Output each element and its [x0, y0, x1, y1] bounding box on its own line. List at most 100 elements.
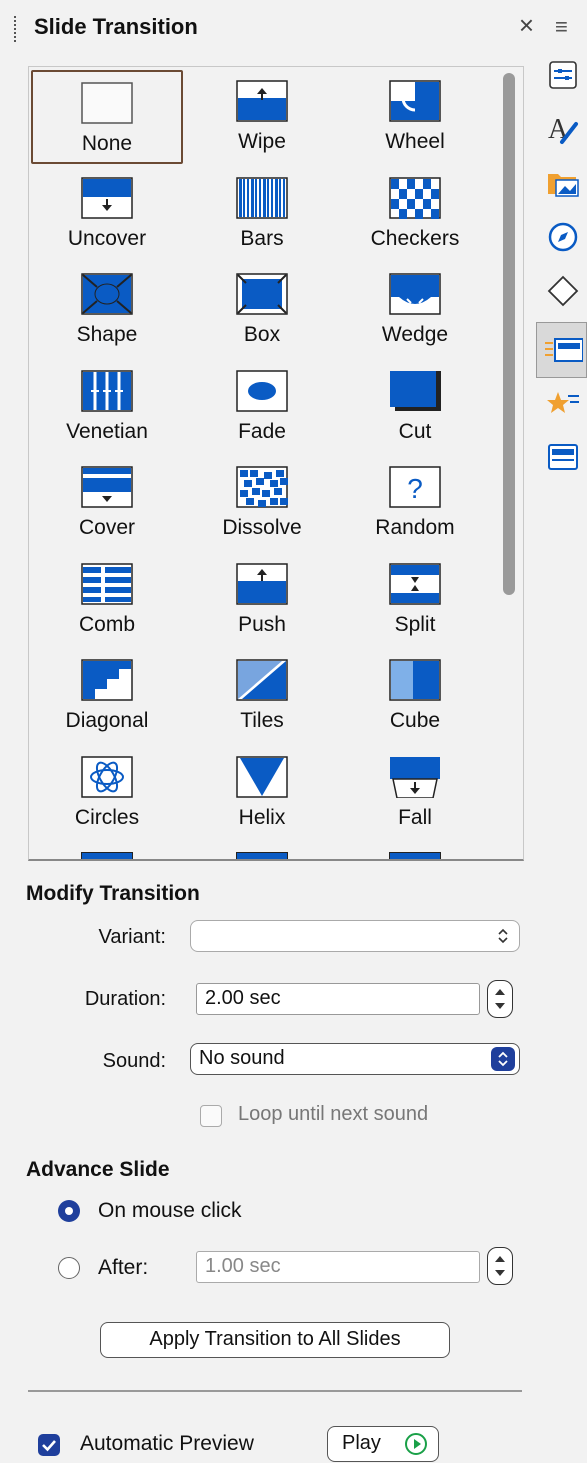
- transition-label: Comb: [78, 612, 136, 636]
- slide-transition-tab[interactable]: [536, 322, 587, 378]
- after-radio[interactable]: [58, 1257, 80, 1279]
- transition-label: Helix: [238, 805, 286, 829]
- divider: [28, 1390, 522, 1392]
- on-click-radio[interactable]: [58, 1200, 80, 1222]
- drag-handle[interactable]: [14, 16, 20, 42]
- transition-split[interactable]: Split: [339, 553, 491, 647]
- transition-random[interactable]: ? Random: [339, 456, 491, 550]
- transition-label: Split: [394, 612, 436, 636]
- transition-cube[interactable]: Cube: [339, 649, 491, 743]
- slide-transition-panel: Slide Transition × None Wipe Wheel Uncover B…: [0, 0, 535, 1463]
- dissolve-icon: [236, 466, 288, 508]
- transition-label: Random: [375, 516, 455, 539]
- variant-select[interactable]: [190, 920, 520, 952]
- wedge-icon: [389, 273, 441, 315]
- panel-title: Slide Transition: [34, 14, 198, 39]
- none-icon: [81, 82, 133, 124]
- comb-icon: [81, 562, 133, 605]
- box-icon: [236, 273, 288, 315]
- sidebar-menu-icon[interactable]: ≡: [555, 14, 568, 40]
- transition-list-scrollbar[interactable]: [503, 73, 515, 595]
- transition-cut[interactable]: Cut: [339, 360, 491, 454]
- after-field[interactable]: 1.00 sec: [196, 1251, 480, 1283]
- sound-select[interactable]: No sound: [190, 1043, 520, 1075]
- transition-label: Fall: [398, 805, 432, 829]
- transition-fade[interactable]: Fade: [186, 360, 338, 454]
- loop-label: Loop until next sound: [238, 1103, 429, 1125]
- sound-label: Sound:: [102, 1050, 166, 1072]
- transition-label: Wheel: [385, 130, 445, 153]
- transition-venetian[interactable]: Venetian: [31, 360, 183, 454]
- cover-icon: [81, 466, 133, 508]
- svg-text:A: A: [548, 114, 569, 145]
- transition-dissolve[interactable]: Dissolve: [186, 456, 338, 550]
- transition-label: Circles: [74, 805, 140, 829]
- transition-tiles[interactable]: Tiles: [186, 649, 338, 743]
- transition-helix[interactable]: Helix: [186, 746, 338, 840]
- properties-icon[interactable]: [546, 58, 580, 92]
- transition-partial-icon[interactable]: [389, 852, 441, 859]
- transition-list[interactable]: None Wipe Wheel Uncover Bars Checkers Shape Box…: [28, 66, 524, 861]
- variant-label: Variant:: [98, 926, 166, 948]
- gallery-icon[interactable]: [546, 166, 580, 200]
- duration-field[interactable]: 2.00 sec: [196, 983, 480, 1015]
- after-spinner[interactable]: [487, 1247, 513, 1285]
- cube-icon: [389, 659, 441, 701]
- transition-wheel[interactable]: Wheel: [339, 70, 491, 164]
- transition-circles[interactable]: Circles: [31, 746, 183, 840]
- diagonal-icon: [81, 659, 133, 701]
- play-icon: [405, 1433, 427, 1455]
- transition-label: Shape: [76, 323, 138, 346]
- transition-partial-icon[interactable]: [236, 852, 288, 859]
- animation-icon[interactable]: [546, 388, 580, 422]
- loop-checkbox[interactable]: [200, 1105, 222, 1127]
- auto-preview-checkbox[interactable]: [38, 1434, 60, 1456]
- transition-comb[interactable]: Comb: [31, 553, 183, 647]
- navigator-icon[interactable]: [546, 220, 580, 254]
- fall-icon: [390, 756, 440, 798]
- styles-icon[interactable]: A: [546, 112, 580, 146]
- modify-transition-heading: Modify Transition: [26, 882, 200, 905]
- panel-header: Slide Transition ×: [14, 8, 534, 48]
- duration-spinner[interactable]: [487, 980, 513, 1018]
- transition-bars[interactable]: Bars: [186, 167, 338, 261]
- transition-label: None: [81, 132, 133, 155]
- split-icon: [389, 562, 441, 605]
- auto-preview-label: Automatic Preview: [80, 1432, 254, 1455]
- uncover-icon: [81, 176, 133, 219]
- close-icon[interactable]: ×: [519, 10, 534, 41]
- master-slides-icon[interactable]: [546, 440, 580, 474]
- transition-uncover[interactable]: Uncover: [31, 167, 183, 261]
- transition-label: Cut: [398, 419, 432, 443]
- transition-none[interactable]: None: [31, 70, 183, 164]
- duration-label: Duration:: [84, 988, 166, 1010]
- play-button[interactable]: Play: [327, 1426, 439, 1462]
- transition-wipe[interactable]: Wipe: [186, 70, 338, 164]
- bars-icon: [236, 176, 288, 219]
- transition-push[interactable]: Push: [186, 553, 338, 647]
- transition-shape[interactable]: Shape: [31, 263, 183, 357]
- chevron-updown-icon: [498, 928, 508, 944]
- push-icon: [236, 562, 288, 605]
- transition-wedge[interactable]: Wedge: [339, 263, 491, 357]
- random-icon: ?: [389, 466, 441, 508]
- apply-all-button[interactable]: Apply Transition to All Slides: [100, 1322, 450, 1358]
- shapes-icon[interactable]: [546, 274, 580, 308]
- transition-fall[interactable]: Fall: [339, 746, 491, 840]
- advance-slide-heading: Advance Slide: [26, 1158, 170, 1181]
- transition-label: Diagonal: [65, 709, 149, 732]
- after-label: After:: [98, 1256, 149, 1279]
- transition-label: Push: [238, 612, 286, 636]
- transition-partial-icon[interactable]: [81, 852, 133, 859]
- transition-label: Box: [243, 323, 281, 346]
- transition-cover[interactable]: Cover: [31, 456, 183, 550]
- select-stepper-icon: [491, 1047, 515, 1071]
- transition-box[interactable]: Box: [186, 263, 338, 357]
- transition-label: Venetian: [66, 419, 148, 443]
- transition-diagonal[interactable]: Diagonal: [31, 649, 183, 743]
- transition-checkers[interactable]: Checkers: [339, 167, 491, 261]
- fade-icon: [236, 369, 288, 412]
- transition-label: Uncover: [67, 226, 147, 250]
- transition-label: Tiles: [240, 709, 284, 732]
- shape-icon: [81, 273, 133, 315]
